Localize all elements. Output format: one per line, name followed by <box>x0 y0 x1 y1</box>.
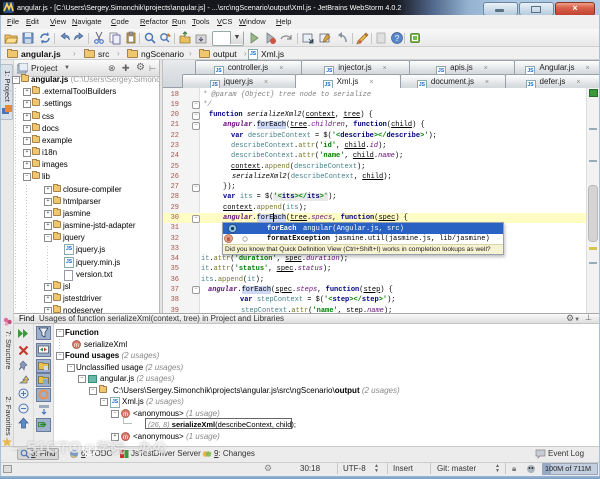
svg-text:m: m <box>227 236 231 243</box>
svg-text:m: m <box>74 343 79 349</box>
svg-text:学: 学 <box>84 443 93 454</box>
svg-text:?: ? <box>395 34 400 43</box>
